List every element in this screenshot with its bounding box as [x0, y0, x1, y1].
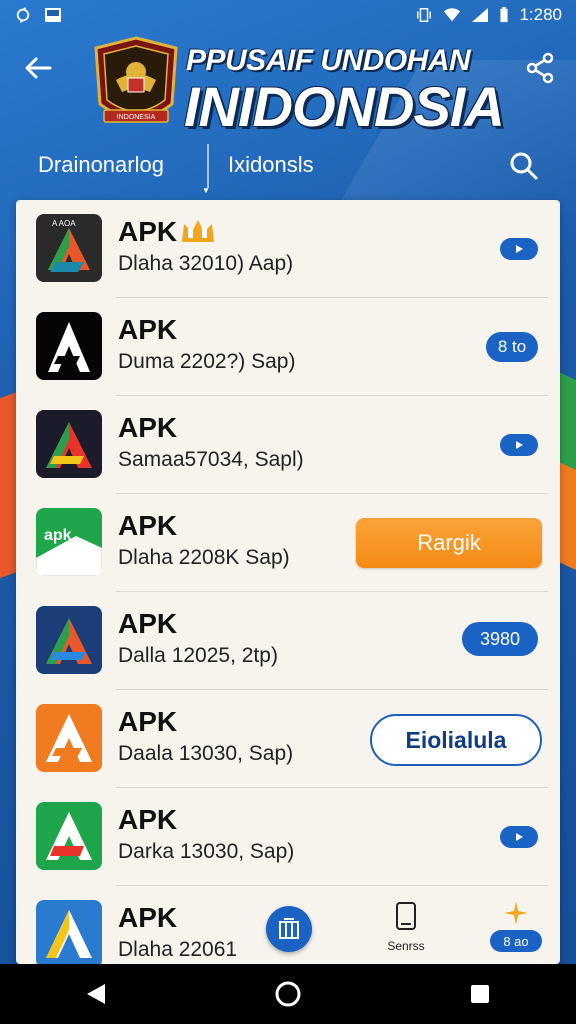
dropdown-caret-icon: ▼: [202, 186, 210, 195]
apk-lime-icon: [36, 802, 102, 870]
list-item[interactable]: APK Samaa57034, Sapl): [16, 396, 560, 494]
vibrate-icon: [417, 8, 432, 22]
sparkle-icon: [504, 901, 528, 925]
nav-recents-button[interactable]: [460, 974, 500, 1014]
signal-icon: [472, 8, 489, 22]
phone-tab[interactable]: Senrss: [376, 902, 436, 958]
app-subtitle: Dalla 12025, 2tp): [118, 644, 278, 667]
app-name: APK: [118, 804, 178, 835]
grid-icon: [279, 918, 299, 939]
battery-icon: [500, 7, 509, 23]
app-name: APK: [118, 314, 178, 345]
filter-bar: Drainonarlog ▼ Ixidonsls: [0, 140, 576, 196]
nav-back-icon: [87, 984, 105, 1004]
action-button[interactable]: Rargik: [356, 518, 542, 568]
app-name: APK: [118, 216, 178, 247]
nav-recents-icon: [471, 985, 489, 1003]
header-subtitle: PPUSAIF UNDOHAN: [186, 44, 471, 77]
nav-back-button[interactable]: [76, 974, 116, 1014]
rating-pill[interactable]: 8 to: [486, 332, 538, 362]
price-pill[interactable]: 3980: [462, 622, 538, 656]
gallery-icon: [45, 8, 61, 22]
app-subtitle: Daala 13030, Sap): [118, 742, 294, 765]
play-icon: [516, 245, 523, 253]
list-item[interactable]: APK Duma 2202?) Sap) 8 to: [16, 298, 560, 396]
app-subtitle: Dlaha 2208K Sap): [118, 546, 290, 569]
system-nav-bar: [0, 964, 576, 1024]
list-item[interactable]: APK Dalla 12025, 2tp) 3980: [16, 592, 560, 690]
app-subtitle: Dlaha 32010) Aap): [118, 252, 294, 275]
star-pill-button[interactable]: 8 ao: [490, 900, 542, 952]
apk-black-icon: [36, 312, 102, 380]
apk-blue-icon: [36, 900, 102, 964]
action-outline-button[interactable]: Eiolialula: [370, 714, 542, 766]
phone-icon: [396, 902, 416, 930]
list-item[interactable]: APK Darka 13030, Sap): [16, 788, 560, 886]
play-icon: [516, 833, 523, 841]
app-subtitle: Dlaha 22061: [118, 938, 238, 961]
list-item[interactable]: A AOA APK Dlaha 32010) Aap): [16, 200, 560, 298]
star-pill-label: 8 ao: [490, 930, 542, 952]
phone-tab-label: Senrss: [387, 939, 425, 953]
app-name: APK: [118, 706, 178, 737]
grid-fab-button[interactable]: [266, 906, 312, 952]
share-icon[interactable]: [524, 50, 556, 86]
wifi-icon: [444, 8, 461, 22]
apk-dark-icon: A AOA: [36, 214, 102, 282]
icon-badge-text: A AOA: [52, 219, 76, 228]
play-button[interactable]: [500, 434, 538, 456]
app-name: APK: [118, 412, 178, 443]
status-bar: 1:280: [0, 0, 576, 30]
app-name: APK: [118, 608, 178, 639]
sync-icon: [16, 7, 30, 23]
tab-left[interactable]: Drainonarlog: [38, 152, 164, 178]
app-header: INDONESIA PPUSAIF UNDOHAN INIDONDSIA: [0, 30, 576, 140]
search-icon[interactable]: [508, 150, 540, 182]
nav-home-icon: [275, 981, 301, 1007]
app-subtitle: Samaa57034, Sapl): [118, 448, 304, 471]
app-subtitle: Darka 13030, Sap): [118, 840, 295, 863]
tab-right[interactable]: Ixidonsls: [228, 152, 314, 178]
nav-home-button[interactable]: [268, 974, 308, 1014]
apk-orange-icon: [36, 704, 102, 772]
page-title: INIDONDSIA: [184, 75, 505, 138]
crown-icon: [182, 220, 214, 242]
app-list: A AOA APK Dlaha 32010) Aap) APK Duma 220…: [16, 200, 560, 964]
app-name: APK: [118, 902, 178, 933]
apk-green-icon: apk: [36, 508, 102, 576]
play-icon: [516, 441, 523, 449]
icon-badge-text: apk: [44, 527, 72, 544]
tab-divider: [207, 144, 209, 188]
back-arrow-icon[interactable]: [20, 50, 56, 86]
apk-navy-icon: [36, 606, 102, 674]
app-name: APK: [118, 510, 178, 541]
status-time: 1:280: [519, 5, 562, 24]
play-button[interactable]: [500, 238, 538, 260]
app-subtitle: Duma 2202?) Sap): [118, 350, 296, 373]
list-item[interactable]: apk APK Dlaha 2208K Sap) Rargik: [16, 494, 560, 592]
list-item[interactable]: APK Daala 13030, Sap) Eiolialula: [16, 690, 560, 788]
apk-red-icon: [36, 410, 102, 478]
garuda-emblem-icon: INDONESIA: [94, 36, 178, 123]
play-button[interactable]: [500, 826, 538, 848]
emblem-label: INDONESIA: [117, 114, 156, 121]
